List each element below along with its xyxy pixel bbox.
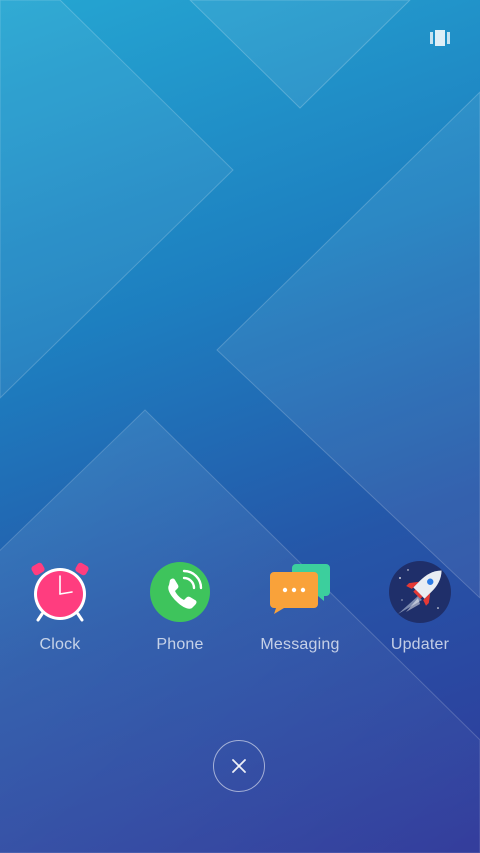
app-phone[interactable]: Phone [120, 560, 240, 654]
close-all-button[interactable] [213, 740, 265, 792]
rocket-icon [389, 561, 451, 623]
wallpaper [0, 0, 480, 853]
recent-apps-row: Clock Phone Messaging Updater [0, 560, 480, 670]
phone-icon [150, 562, 210, 622]
recents-screen: Clock Phone Messaging Updater [0, 0, 480, 853]
app-label-clock: Clock [39, 636, 81, 653]
alarm-clock-icon [31, 562, 89, 622]
app-clock[interactable]: Clock [0, 560, 120, 654]
app-updater[interactable]: Updater [360, 560, 480, 654]
chat-bubbles-icon [270, 564, 330, 614]
app-label-phone: Phone [156, 636, 204, 653]
close-icon [232, 759, 246, 773]
app-messaging[interactable]: Messaging [240, 560, 360, 654]
multi-window-icon[interactable] [430, 30, 450, 46]
app-label-updater: Updater [390, 636, 450, 653]
app-label-messaging: Messaging [260, 636, 340, 653]
